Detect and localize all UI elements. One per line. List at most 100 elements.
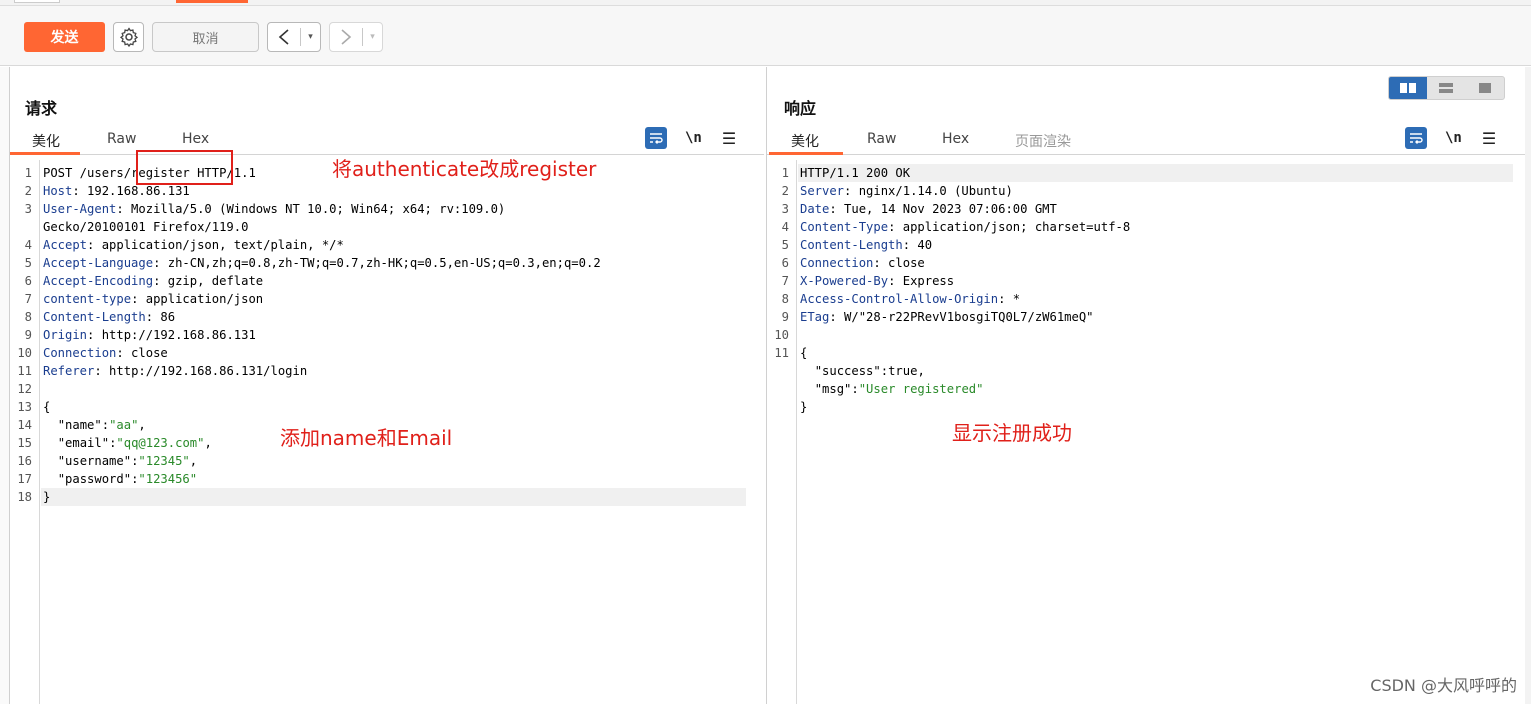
line-number: 1 — [24, 166, 32, 180]
line-number: 1 — [781, 166, 789, 180]
forward-button[interactable]: ▾ — [329, 22, 383, 52]
annotation-body-note: 添加name和Email — [280, 426, 453, 450]
line-content: ETag: W/"28-r22PRevV1bosgiTQ0L7/zW61meQ" — [800, 310, 1094, 324]
header-name: content-type — [43, 292, 132, 306]
json-key: "email" — [57, 436, 110, 450]
top-tab[interactable] — [14, 0, 60, 3]
send-button[interactable]: 发送 — [24, 22, 105, 52]
header-name: User-Agent — [43, 202, 117, 216]
menu-icon[interactable]: ☰ — [722, 129, 736, 148]
layout-side-by-side-icon[interactable] — [1389, 77, 1428, 99]
line-number: 2 — [781, 184, 789, 198]
request-tab-raw[interactable]: Raw — [107, 131, 136, 147]
layout-stacked-icon[interactable] — [1427, 77, 1465, 99]
newline-toggle-icon[interactable]: \n — [685, 130, 702, 146]
code-line: 6 Accept-Encoding: gzip, deflate — [10, 272, 764, 290]
line-number: 6 — [781, 256, 789, 270]
request-tab-hex[interactable]: Hex — [182, 131, 209, 147]
json-value: "12345" — [138, 454, 190, 468]
line-content: Date: Tue, 14 Nov 2023 07:06:00 GMT — [800, 202, 1057, 216]
header-value: application/json — [138, 292, 264, 306]
line-content: "password":"123456" — [57, 472, 198, 486]
header-name: Origin — [43, 328, 88, 342]
right-scrollbar[interactable] — [1525, 67, 1531, 704]
line-content: } — [43, 490, 51, 504]
header-value: nginx/1.14.0 (Ubuntu) — [851, 184, 1013, 198]
code-line: 9 ETag: W/"28-r22PRevV1bosgiTQ0L7/zW61meQ… — [767, 308, 1531, 326]
response-tab-render[interactable]: 页面渲染 — [1015, 131, 1071, 151]
header-name: Host — [43, 184, 73, 198]
response-tab-hex[interactable]: Hex — [942, 131, 969, 147]
line-number: 17 — [17, 472, 32, 486]
line-number: 18 — [17, 490, 32, 504]
response-title: 响应 — [784, 99, 817, 118]
line-number: 7 — [781, 274, 789, 288]
code-line: 11 { — [767, 344, 1531, 362]
code-line: 16 "username":"12345", — [10, 452, 764, 470]
cancel-button[interactable]: 取消 — [152, 22, 259, 52]
highlight-box — [136, 150, 233, 185]
wrap-lines-icon[interactable] — [1405, 127, 1427, 149]
line-content: User-Agent: Mozilla/5.0 (Windows NT 10.0… — [43, 202, 506, 216]
top-tab-active[interactable] — [176, 0, 248, 3]
annotation-success-note: 显示注册成功 — [952, 421, 1072, 445]
header-name: Access-Control-Allow-Origin — [800, 292, 999, 306]
left-edge-strip — [0, 67, 9, 704]
code-line: 3 User-Agent: Mozilla/5.0 (Windows NT 10.… — [10, 200, 764, 218]
request-view-tools: \n ☰ — [645, 127, 736, 149]
line-content: "success":true, — [814, 364, 925, 378]
request-pane: 请求 美化 Raw Hex \n ☰ 1 POST /users/register… — [9, 67, 764, 704]
request-title: 请求 — [25, 99, 58, 118]
forward-dropdown-icon[interactable]: ▾ — [363, 32, 382, 42]
line-content: { — [800, 346, 808, 360]
line-content: Origin: http://192.168.86.131 — [43, 328, 256, 342]
response-editor[interactable]: 1 HTTP/1.1 200 OK 2 Server: nginx/1.14.0 (U… — [767, 160, 1531, 704]
line-number: 10 — [17, 346, 32, 360]
header-name: Accept-Encoding — [43, 274, 154, 288]
response-tab-raw[interactable]: Raw — [867, 131, 896, 147]
header-name: ETag — [800, 310, 830, 324]
request-tab-pretty[interactable]: 美化 — [32, 131, 60, 151]
menu-icon[interactable]: ☰ — [1482, 129, 1496, 148]
line-number: 11 — [774, 346, 789, 360]
code-line: 17 "password":"123456" — [10, 470, 764, 488]
forward-arrow-icon[interactable] — [330, 23, 362, 51]
code-line: 8 Content-Length: 86 — [10, 308, 764, 326]
newline-toggle-icon[interactable]: \n — [1445, 130, 1462, 146]
line-content: { — [43, 400, 51, 414]
header-name: X-Powered-By — [800, 274, 889, 288]
json-key: "username" — [57, 454, 132, 468]
line-number: 4 — [24, 238, 32, 252]
back-button[interactable]: ▾ — [267, 22, 321, 52]
response-pane: 响应 美化 Raw Hex 页面渲染 \n ☰ 1 HTTP/1.1 200 OK… — [766, 67, 1531, 704]
header-value: application/json; charset=utf-8 — [895, 220, 1131, 234]
line-content: Accept: application/json, text/plain, */… — [43, 238, 344, 252]
header-value: Mozilla/5.0 (Windows NT 10.0; Win64; x64… — [123, 202, 506, 216]
line-content: Content-Type: application/json; charset=… — [800, 220, 1131, 234]
code-line: 4 Content-Type: application/json; charset… — [767, 218, 1531, 236]
line-number: 16 — [17, 454, 32, 468]
line-number: 13 — [17, 400, 32, 414]
back-dropdown-icon[interactable]: ▾ — [301, 32, 320, 42]
code-line: 3 Date: Tue, 14 Nov 2023 07:06:00 GMT — [767, 200, 1531, 218]
line-content: Access-Control-Allow-Origin: * — [800, 292, 1021, 306]
response-tab-pretty[interactable]: 美化 — [791, 131, 819, 151]
code-line: Gecko/20100101 Firefox/119.0 — [10, 218, 764, 236]
header-name: Content-Length — [800, 238, 903, 252]
line-number: 5 — [24, 256, 32, 270]
json-value: "User registered" — [858, 382, 984, 396]
wrap-lines-icon[interactable] — [645, 127, 667, 149]
line-content: "name":"aa", — [57, 418, 146, 432]
header-name: Accept-Language — [43, 256, 154, 270]
layout-single-icon[interactable] — [1466, 77, 1504, 99]
settings-button[interactable] — [113, 22, 144, 52]
json-key: "password" — [57, 472, 132, 486]
header-value: W/"28-r22PRevV1bosgiTQ0L7/zW61meQ" — [836, 310, 1094, 324]
json-key: "name" — [57, 418, 102, 432]
back-arrow-icon[interactable] — [268, 23, 300, 51]
layout-switch — [1388, 76, 1505, 100]
line-number: 3 — [24, 202, 32, 216]
header-value: Express — [895, 274, 955, 288]
code-line: "success":true, — [767, 362, 1531, 380]
code-line: 5 Content-Length: 40 — [767, 236, 1531, 254]
